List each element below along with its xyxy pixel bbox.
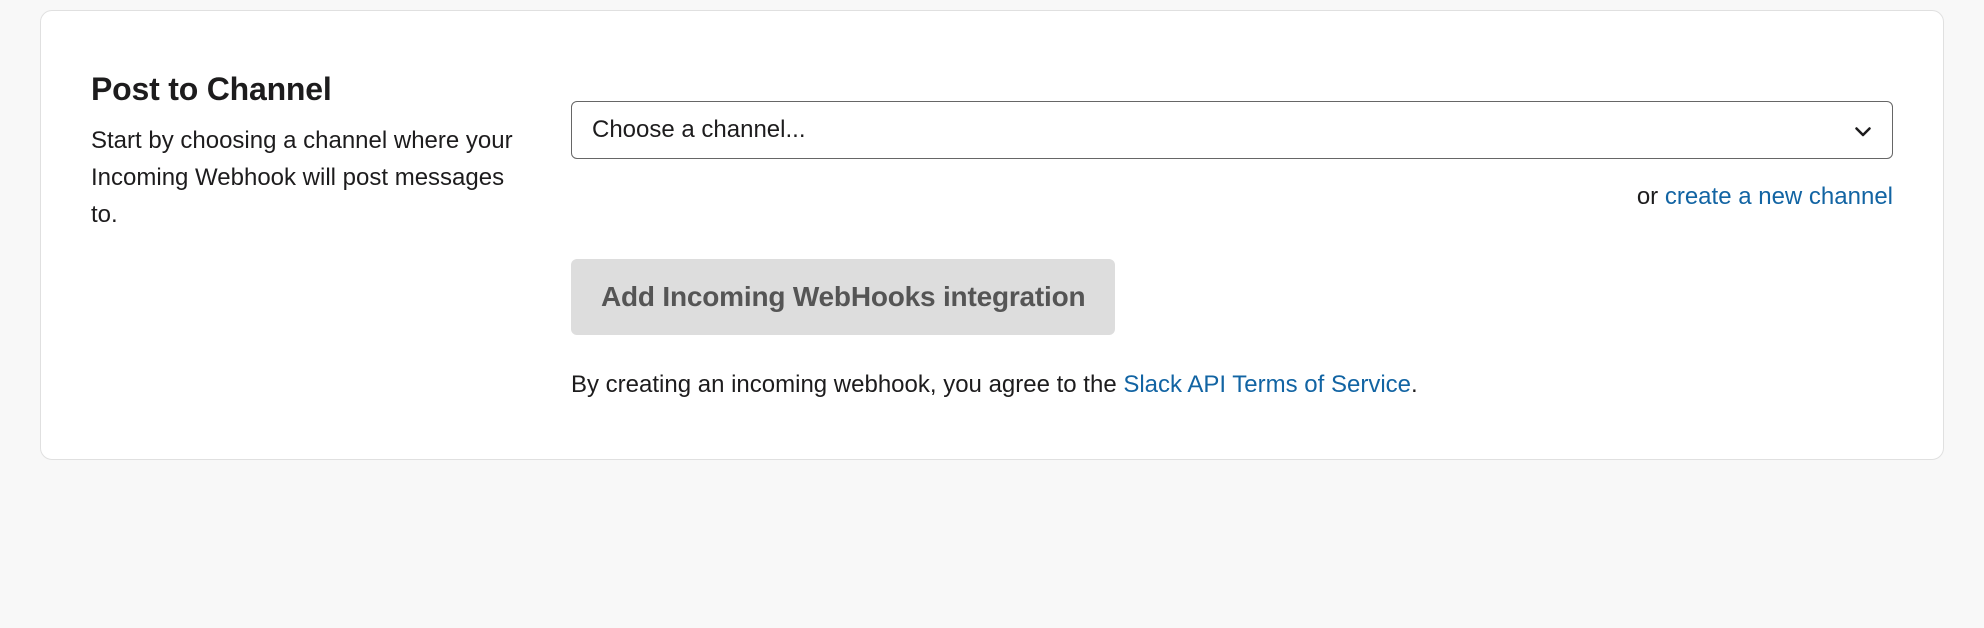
post-to-channel-row: Post to Channel Start by choosing a chan… [91,71,1893,399]
channel-select-wrap: Choose a channel... [571,101,1893,159]
terms-line: By creating an incoming webhook, you agr… [571,371,1893,399]
settings-card: Post to Channel Start by choosing a chan… [40,10,1944,460]
alt-action-prefix: or [1637,183,1665,210]
channel-select[interactable]: Choose a channel... [571,101,1893,159]
add-integration-button[interactable]: Add Incoming WebHooks integration [571,259,1115,335]
terms-link[interactable]: Slack API Terms of Service [1123,371,1411,398]
terms-suffix: . [1411,371,1418,398]
section-description: Start by choosing a channel where your I… [91,122,531,234]
section-title: Post to Channel [91,71,531,108]
create-channel-link[interactable]: create a new channel [1665,183,1893,210]
terms-prefix: By creating an incoming webhook, you agr… [571,371,1123,398]
section-controls: Choose a channel... or create a new chan… [571,71,1893,399]
section-info: Post to Channel Start by choosing a chan… [91,71,531,234]
alt-action-line: or create a new channel [571,183,1893,211]
